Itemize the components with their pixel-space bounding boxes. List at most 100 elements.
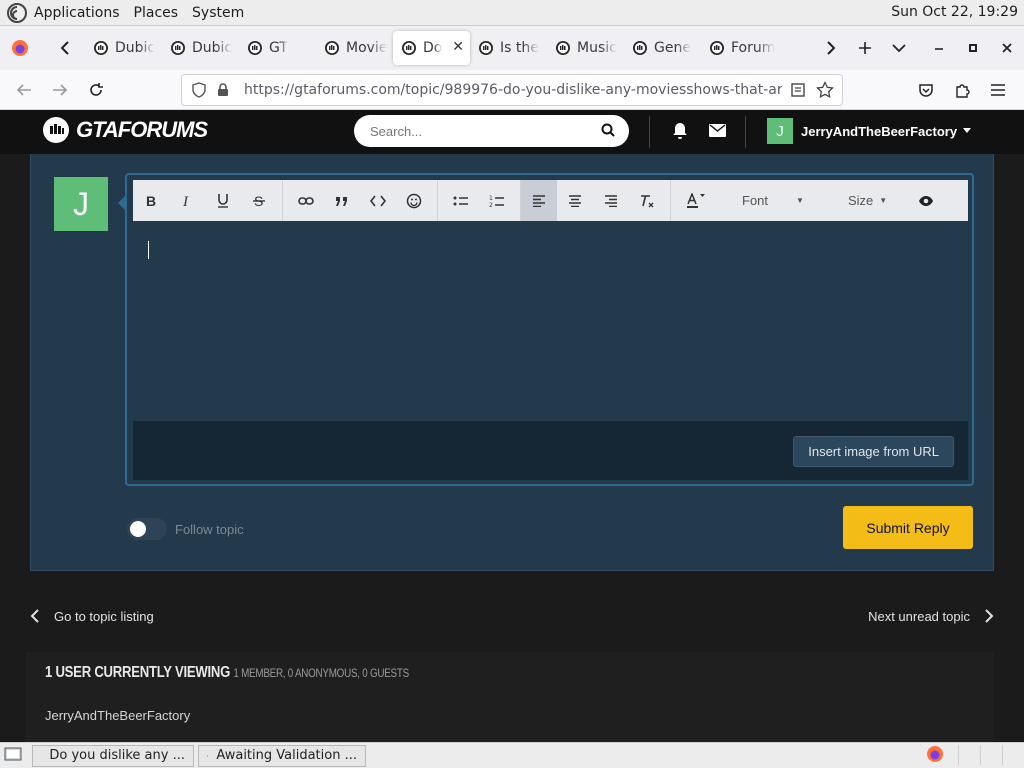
gtaforums-favicon-icon (94, 41, 108, 55)
tab[interactable]: Forum (701, 31, 778, 65)
strikethrough-icon: S (253, 194, 265, 208)
workspace-1[interactable] (958, 745, 980, 765)
browser-nav-bar: https://gtaforums.com/topic/989976-do-yo… (0, 70, 1024, 110)
workspace-3[interactable] (1002, 745, 1024, 765)
tab-active[interactable]: Do ✕ (393, 31, 470, 65)
italic-button[interactable]: I (169, 180, 205, 221)
numbered-list-icon: 12 (489, 195, 504, 208)
lock-icon[interactable] (216, 83, 230, 97)
gtaforums-logo-icon (43, 117, 69, 143)
puzzle-icon (956, 84, 970, 98)
remove-format-icon (641, 194, 654, 207)
user-menu[interactable]: J JerryAndTheBeerFactory (767, 118, 972, 144)
reload-button[interactable] (78, 74, 114, 106)
toolbar-divider (282, 180, 283, 221)
search-icon[interactable] (601, 123, 615, 137)
tab-title: Dubic (192, 40, 233, 56)
pocket-icon (919, 84, 933, 97)
tabs-scroll-left-button[interactable] (51, 32, 79, 64)
taskbar-window-awaiting-validation[interactable]: Awaiting Validation ... (198, 744, 366, 767)
follow-topic-control[interactable]: Follow topic (127, 518, 244, 540)
distro-logo-icon[interactable] (6, 2, 28, 24)
viewing-member-link[interactable]: JerryAndTheBeerFactory (45, 708, 190, 723)
site-logo[interactable]: GTAFORUMS (42, 116, 208, 144)
tab[interactable]: Is the (470, 31, 547, 65)
link-button[interactable] (288, 180, 324, 221)
code-button[interactable] (360, 180, 396, 221)
bulleted-list-button[interactable] (443, 180, 479, 221)
next-unread-topic-link[interactable]: Next unread topic (868, 608, 994, 624)
search-input[interactable] (370, 123, 590, 139)
follow-topic-toggle[interactable] (127, 518, 167, 540)
pocket-button[interactable] (908, 74, 944, 106)
menu-places[interactable]: Places (134, 5, 179, 21)
taskbar-window-do-you-dislike[interactable]: Do you dislike any ... (32, 744, 194, 767)
text-caret (148, 241, 149, 259)
tracking-shield-icon[interactable] (190, 82, 208, 98)
url-bar[interactable]: https://gtaforums.com/topic/989976-do-yo… (181, 74, 843, 106)
url-text[interactable]: https://gtaforums.com/topic/989976-do-yo… (244, 82, 782, 98)
font-dropdown[interactable]: Font ▼ (742, 180, 814, 221)
messages-envelope-icon[interactable] (709, 124, 726, 137)
tab[interactable]: Dubic (162, 31, 239, 65)
svg-text:B: B (146, 194, 156, 208)
tab[interactable]: Dubic (85, 31, 162, 65)
firefox-menu-icon[interactable] (11, 39, 29, 57)
tab[interactable]: Movie (316, 31, 393, 65)
link-icon (298, 196, 314, 205)
reply-avatar[interactable]: J (54, 177, 108, 231)
reload-icon (90, 82, 103, 96)
insert-image-url-button[interactable]: Insert image from URL (793, 436, 954, 467)
quote-button[interactable] (324, 180, 360, 221)
bold-button[interactable]: B (133, 180, 169, 221)
tab-title: Forum (731, 40, 776, 56)
go-to-topic-listing-link[interactable]: Go to topic listing (30, 608, 154, 624)
tabs-scroll-right-button[interactable] (814, 32, 848, 64)
chevron-left-icon (30, 609, 39, 623)
menu-system[interactable]: System (192, 5, 244, 21)
extensions-button[interactable] (944, 74, 980, 106)
maximize-window-button[interactable] (956, 32, 990, 64)
text-color-button[interactable] (676, 180, 716, 221)
bookmark-star-icon[interactable] (816, 81, 834, 99)
tab[interactable]: Gene (624, 31, 701, 65)
show-desktop-icon[interactable] (4, 747, 22, 763)
back-button[interactable] (6, 74, 42, 106)
site-wordmark: GTAFORUMS (76, 117, 208, 142)
align-right-button[interactable] (593, 180, 629, 221)
users-viewing-panel: 1 USER CURRENTLY VIEWING 1 MEMBER, 0 ANON… (26, 652, 994, 742)
forward-button[interactable] (42, 74, 78, 106)
align-left-button[interactable] (521, 180, 557, 221)
underline-button[interactable] (205, 180, 241, 221)
numbered-list-button[interactable]: 12 (479, 180, 515, 221)
menu-applications[interactable]: Applications (34, 5, 120, 21)
tab[interactable]: GT (239, 31, 316, 65)
caret-down-icon (963, 128, 972, 133)
workspace-2[interactable] (980, 745, 1002, 765)
remove-format-button[interactable] (629, 180, 665, 221)
users-viewing-heading: 1 USER CURRENTLY VIEWING 1 MEMBER, 0 ANON… (45, 664, 409, 682)
clock[interactable]: Sun Oct 22, 19:29 (891, 4, 1018, 20)
close-window-button[interactable] (990, 32, 1024, 64)
reader-view-icon[interactable] (790, 82, 806, 98)
size-dropdown[interactable]: Size ▼ (848, 180, 892, 221)
close-tab-icon[interactable]: ✕ (452, 39, 464, 55)
list-all-tabs-button[interactable] (882, 32, 916, 64)
desktop-taskbar: Do you dislike any ... Awaiting Validati… (0, 742, 1024, 768)
preview-button[interactable] (908, 180, 944, 221)
tab-title: Is the (500, 40, 539, 56)
size-dropdown-label: Size (848, 193, 874, 208)
tab[interactable]: Music (547, 31, 624, 65)
firefox-tray-icon[interactable] (926, 745, 944, 763)
submit-reply-button[interactable]: Submit Reply (843, 506, 973, 549)
underline-icon (218, 194, 228, 208)
app-menu-button[interactable] (980, 74, 1016, 106)
new-tab-button[interactable] (848, 32, 882, 64)
align-center-button[interactable] (557, 180, 593, 221)
tab-title: Music (577, 40, 617, 56)
notifications-bell-icon[interactable] (672, 122, 688, 140)
minimize-window-button[interactable] (922, 32, 956, 64)
post-body-input[interactable] (133, 221, 968, 421)
emoji-button[interactable] (396, 180, 432, 221)
strikethrough-button[interactable]: S (241, 180, 277, 221)
